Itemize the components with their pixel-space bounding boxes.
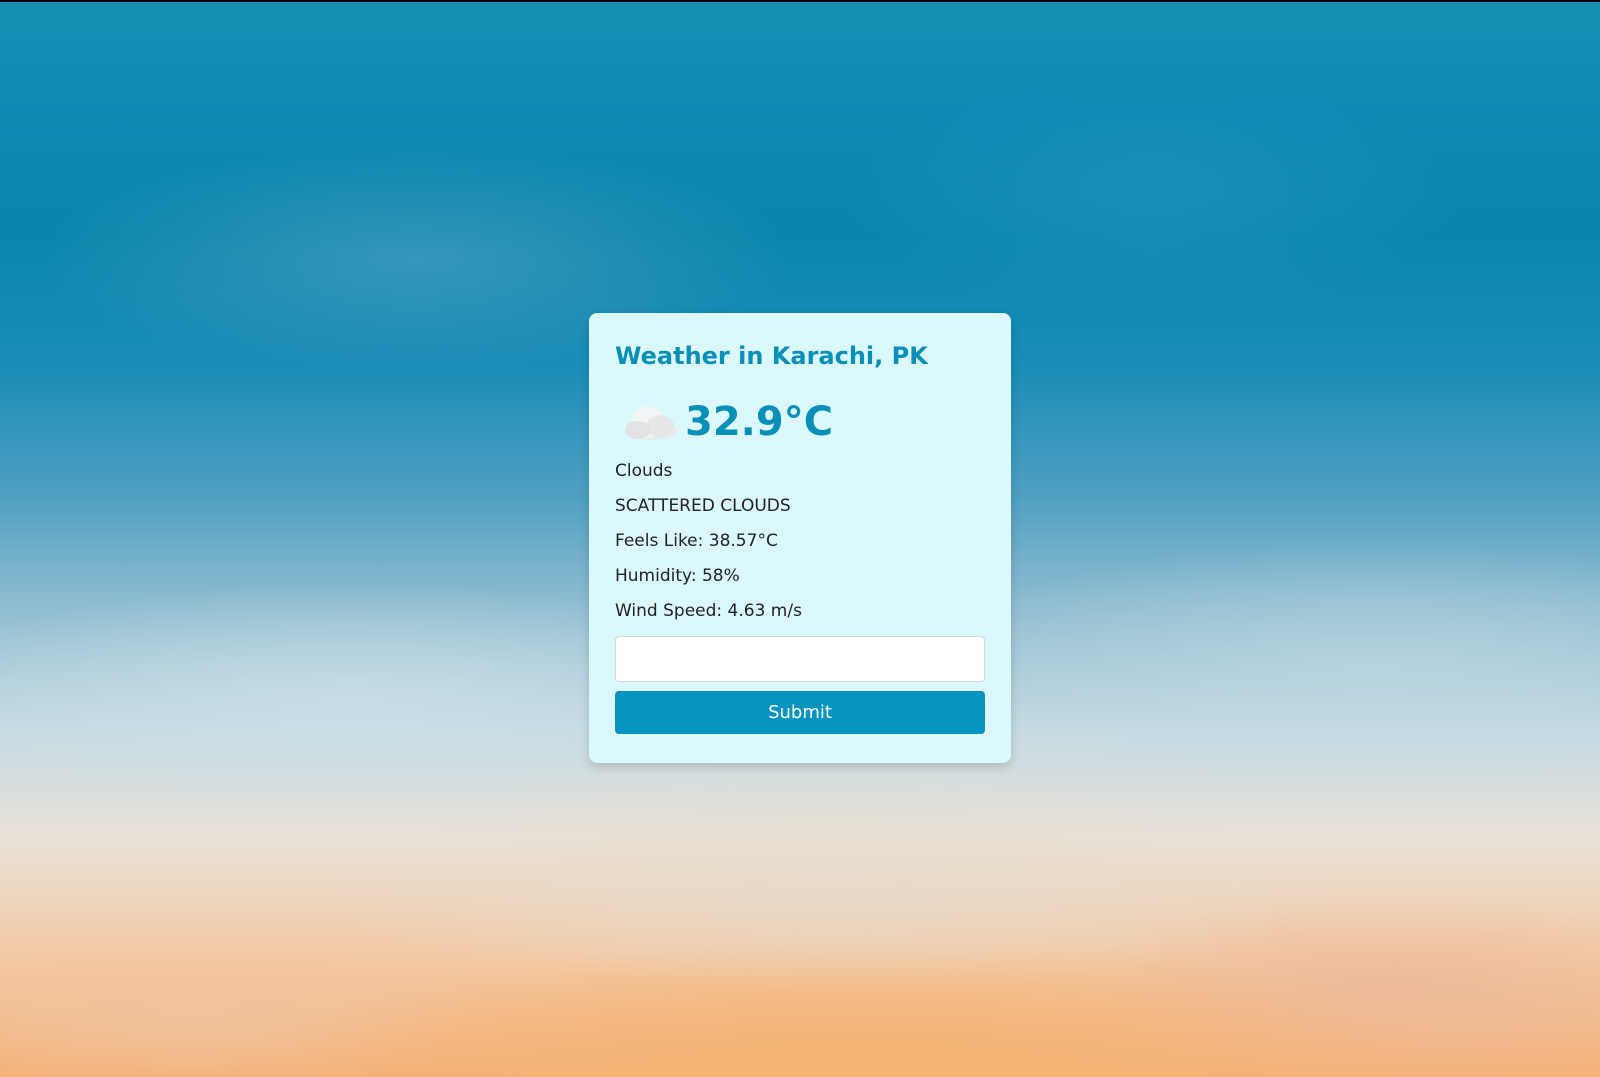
feels-like: Feels Like: 38.57°C (615, 531, 778, 551)
weather-condition: Clouds (615, 461, 673, 481)
weather-card: Weather in Karachi, PK 32.9°C Clouds SCA… (589, 313, 1011, 763)
submit-button[interactable]: Submit (615, 691, 985, 734)
humidity: Humidity: 58% (615, 566, 740, 586)
cloud-icon (615, 395, 685, 449)
top-border-line (0, 0, 1600, 2)
weather-title: Weather in Karachi, PK (615, 342, 928, 370)
temperature-value: 32.9°C (685, 399, 834, 445)
temperature-row: 32.9°C (615, 395, 985, 449)
weather-description: SCATTERED CLOUDS (615, 496, 791, 516)
wind-speed: Wind Speed: 4.63 m/s (615, 601, 802, 621)
city-input[interactable] (615, 636, 985, 682)
